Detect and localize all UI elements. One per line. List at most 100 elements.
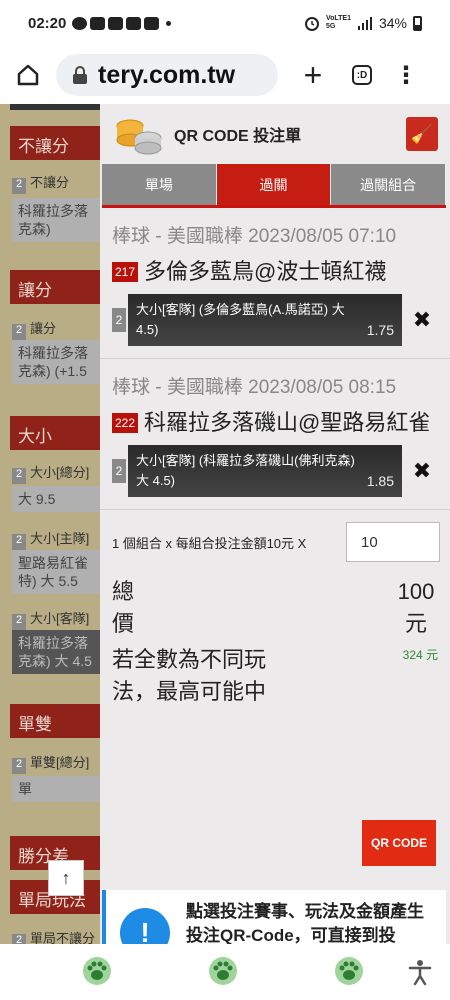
alarm-icon <box>304 17 319 31</box>
market-label: 2 讓分 <box>12 318 105 340</box>
market-num: 2 <box>12 178 26 194</box>
new-tab-button[interactable]: + <box>288 57 338 94</box>
market-num: 2 <box>12 934 26 944</box>
panel-title: QR CODE 投注單 <box>174 128 302 145</box>
total-price-value: 100元 <box>397 579 435 636</box>
bottom-nav <box>0 944 450 1000</box>
totals-section: 總價 100元 若全數為不同玩法，最高可能中 324 元 <box>100 576 450 712</box>
match-code: 222 <box>112 413 139 433</box>
notification-icons <box>72 16 172 30</box>
remove-bet-button[interactable]: ✖ <box>408 457 436 485</box>
match-teams: 科羅拉多落磯山@聖路易紅雀 <box>144 410 431 435</box>
bet-num: 2 <box>112 459 126 483</box>
qr-bet-slip-panel: QR CODE 投注單 🧹 單場 過關 過關組合 棒球 - 美國職棒 2023/… <box>100 104 450 944</box>
lock-icon <box>73 66 87 84</box>
paw-icon[interactable] <box>208 956 238 986</box>
market-option[interactable]: 大 9.5 <box>12 486 105 512</box>
youtube-icon <box>144 16 160 30</box>
paw-icon[interactable] <box>82 956 112 986</box>
bet-selection-box[interactable]: 大小[客隊] (科羅拉多落磯山(佛利克森) 大 4.5) 1.85 <box>128 445 402 497</box>
scroll-to-top-button[interactable]: ↑ <box>48 860 84 896</box>
selected-match: 棒球 - 美國職棒 2023/08/05 08:15 222 科羅拉多落磯山@聖… <box>100 359 450 510</box>
info-text: 點選投注賽事、玩法及金額產生投注QR-Code，可直接到投 <box>186 902 424 944</box>
youtube-icon <box>126 16 142 30</box>
market-label-text: 單雙[總分] <box>30 755 90 770</box>
match-code: 217 <box>112 262 139 282</box>
tab-parlay[interactable]: 過關 <box>216 164 332 205</box>
market-option[interactable]: 科羅拉多落 克森) <box>12 198 105 242</box>
close-icon: ✖ <box>412 307 432 332</box>
section-title: 大小 <box>10 416 105 450</box>
status-bar: 02:20 VoLTE1 5G 34% <box>0 0 450 46</box>
bet-num: 2 <box>112 308 126 332</box>
info-banner: ! 點選投注賽事、玩法及金額產生投注QR-Code，可直接到投 <box>102 890 446 944</box>
bet-odds: 1.75 <box>366 322 394 338</box>
match-league-time: 棒球 - 美國職棒 2023/08/05 08:15 <box>112 377 397 398</box>
combo-amount-row: 1 個組合 x 每組合投注金額10元 X <box>100 510 450 562</box>
home-icon <box>17 64 39 86</box>
status-time: 02:20 <box>28 14 67 32</box>
paw-icon[interactable] <box>334 956 364 986</box>
match-teams: 多倫多藍鳥@波士頓紅襪 <box>144 259 387 284</box>
market-label-text: 大小[客隊] <box>30 611 90 626</box>
market-num: 2 <box>12 614 26 630</box>
more-vert-icon: ⋮ <box>394 61 418 89</box>
total-price-label: 總價 <box>112 579 135 636</box>
accessibility-icon[interactable] <box>406 958 434 986</box>
market-option[interactable]: 聖路易紅雀 特) 大 5.5 <box>12 550 105 594</box>
market-label-text: 大小[總分] <box>30 465 90 480</box>
plus-icon: + <box>303 56 323 93</box>
market-label: 2 單雙[總分] <box>12 752 105 774</box>
market-label-text: 不讓分 <box>30 175 70 190</box>
network-type: VoLTE1 5G <box>326 15 351 31</box>
max-payout-value: 324 元 <box>402 648 438 662</box>
tab-parlay-combo[interactable]: 過關組合 <box>331 164 447 205</box>
generate-qr-code-button[interactable]: QR CODE <box>362 820 436 866</box>
url-text: tery.com.tw <box>98 60 236 89</box>
tab-switcher-icon: :D <box>356 69 368 81</box>
panel-header: QR CODE 投注單 🧹 <box>100 104 450 164</box>
info-icon: ! <box>120 908 170 944</box>
battery-percent: 34% <box>378 15 407 31</box>
arrow-up-icon: ↑ <box>61 867 71 888</box>
signal-icon <box>357 17 372 30</box>
selected-match: 棒球 - 美國職棒 2023/08/05 07:10 217 多倫多藍鳥@波士頓… <box>100 208 450 359</box>
tab-switcher-button[interactable]: :D <box>352 65 372 85</box>
browser-toolbar: tery.com.tw + :D ⋮ <box>0 46 450 104</box>
market-label-text: 讓分 <box>30 321 57 336</box>
bet-type-tabs: 單場 過關 過關組合 <box>102 164 447 208</box>
market-option[interactable]: 單 <box>12 776 105 802</box>
max-payout-label: 若全數為不同玩法，最高可能中 <box>112 647 267 704</box>
bet-selection: 2 大小[客隊] (多倫多藍鳥(A.馬諾亞) 大 4.5) 1.75 ✖ <box>112 294 436 346</box>
section-title: 不讓分 <box>10 126 105 160</box>
address-bar[interactable]: tery.com.tw <box>56 54 278 96</box>
bet-odds: 1.85 <box>366 473 394 489</box>
market-label: 2 大小[主隊] <box>12 528 105 550</box>
home-button[interactable] <box>0 46 56 104</box>
market-option[interactable]: 科羅拉多落 克森) (+1.5 <box>12 340 105 384</box>
market-num: 2 <box>12 324 26 340</box>
browser-menu-button[interactable]: ⋮ <box>386 61 426 90</box>
volte-label: VoLTE1 <box>325 15 351 22</box>
bet-amount-input[interactable] <box>346 522 440 562</box>
market-num: 2 <box>12 758 26 774</box>
broom-icon: 🧹 <box>410 123 434 144</box>
market-num: 2 <box>12 468 26 484</box>
tab-single[interactable]: 單場 <box>102 164 217 205</box>
5g-label: 5G <box>325 23 336 30</box>
shopping-icon <box>90 16 106 30</box>
bet-description: 大小[客隊] (多倫多藍鳥(A.馬諾亞) 大 4.5) <box>136 302 345 337</box>
market-label: 2 單局不讓分 <box>12 928 105 944</box>
remove-bet-button[interactable]: ✖ <box>408 306 436 334</box>
bet-description: 大小[客隊] (科羅拉多落磯山(佛利克森) 大 4.5) <box>136 453 355 488</box>
clear-all-button[interactable]: 🧹 <box>406 117 438 151</box>
market-label: 2 不讓分 <box>12 172 105 194</box>
market-label-text: 單局不讓分 <box>30 931 96 944</box>
close-icon: ✖ <box>412 458 432 483</box>
youtube-icon <box>108 16 124 30</box>
bet-selection-box[interactable]: 大小[客隊] (多倫多藍鳥(A.馬諾亞) 大 4.5) 1.75 <box>128 294 402 346</box>
match-league-time: 棒球 - 美國職棒 2023/08/05 07:10 <box>112 226 397 247</box>
market-option-selected[interactable]: 科羅拉多落 克森) 大 4.5 <box>12 630 105 674</box>
market-num: 2 <box>12 534 26 550</box>
market-label: 2 大小[總分] <box>12 462 105 484</box>
